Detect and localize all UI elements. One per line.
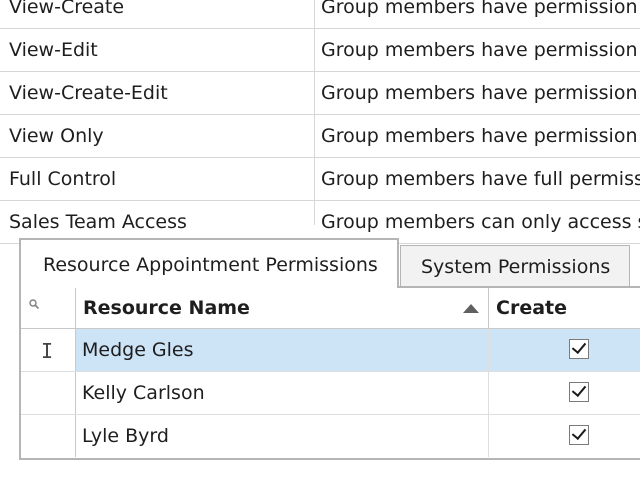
tab-system-permissions[interactable]: System Permissions	[400, 245, 630, 286]
table-row[interactable]: View Only Group members have permission …	[0, 115, 640, 158]
tab-label: Resource Appointment Permissions	[43, 254, 378, 276]
group-name: View-Create	[9, 0, 125, 18]
tab-resource-appointment-permissions[interactable]: Resource Appointment Permissions	[19, 238, 399, 288]
column-divider[interactable]	[314, 0, 315, 225]
group-description: Group members have permission t	[321, 0, 640, 18]
row-indicator[interactable]	[21, 372, 76, 414]
row-indicator[interactable]: I	[21, 329, 76, 371]
table-row[interactable]: I Medge Gles	[21, 329, 640, 372]
create-checkbox[interactable]	[569, 339, 589, 359]
create-cell[interactable]	[489, 329, 640, 371]
resource-name: Medge Gles	[82, 339, 194, 361]
group-description: Group members have full permissi	[321, 168, 640, 190]
group-name: View-Create-Edit	[9, 82, 168, 104]
resource-name-cell[interactable]: Lyle Byrd	[76, 415, 489, 457]
search-icon[interactable]	[29, 299, 39, 309]
text-cursor-icon: I	[41, 339, 54, 363]
create-cell[interactable]	[489, 415, 640, 457]
table-row[interactable]: View-Edit Group members have permission …	[0, 29, 640, 72]
create-cell[interactable]	[489, 372, 640, 414]
column-header-label: Resource Name	[83, 297, 250, 319]
table-row[interactable]: View-Create Group members have permissio…	[0, 0, 640, 29]
column-header-label: Create	[496, 297, 567, 319]
group-name: Sales Team Access	[9, 211, 187, 233]
filter-cell[interactable]	[21, 288, 76, 328]
group-description: Group members can only access s	[321, 211, 640, 233]
group-description: Group members have permission t	[321, 82, 640, 104]
group-name: View Only	[9, 125, 104, 147]
group-description: Group members have permission t	[321, 39, 640, 61]
resource-grid: Resource Name Create I Medge Gles Kelly …	[19, 286, 640, 460]
sort-ascending-icon	[463, 304, 479, 313]
group-name: View-Edit	[9, 39, 98, 61]
group-name: Full Control	[9, 168, 117, 190]
tab-label: System Permissions	[421, 256, 611, 278]
table-row[interactable]: Full Control Group members have full per…	[0, 158, 640, 201]
resource-name-cell[interactable]: Medge Gles	[76, 329, 489, 371]
group-description: Group members have permission t	[321, 125, 640, 147]
groups-grid: View-Create Group members have permissio…	[0, 0, 640, 244]
table-row[interactable]: Kelly Carlson	[21, 372, 640, 415]
permissions-panel: Resource Appointment Permissions System …	[19, 238, 640, 460]
resource-name: Lyle Byrd	[82, 425, 169, 447]
column-header-resource-name[interactable]: Resource Name	[76, 288, 489, 328]
column-header-create[interactable]: Create	[489, 288, 640, 328]
resource-name-cell[interactable]: Kelly Carlson	[76, 372, 489, 414]
resource-name: Kelly Carlson	[82, 382, 205, 404]
table-row[interactable]: Lyle Byrd	[21, 415, 640, 457]
create-checkbox[interactable]	[569, 425, 589, 445]
create-checkbox[interactable]	[569, 382, 589, 402]
table-row[interactable]: View-Create-Edit Group members have perm…	[0, 72, 640, 115]
row-indicator[interactable]	[21, 415, 76, 457]
grid-header: Resource Name Create	[21, 288, 640, 329]
